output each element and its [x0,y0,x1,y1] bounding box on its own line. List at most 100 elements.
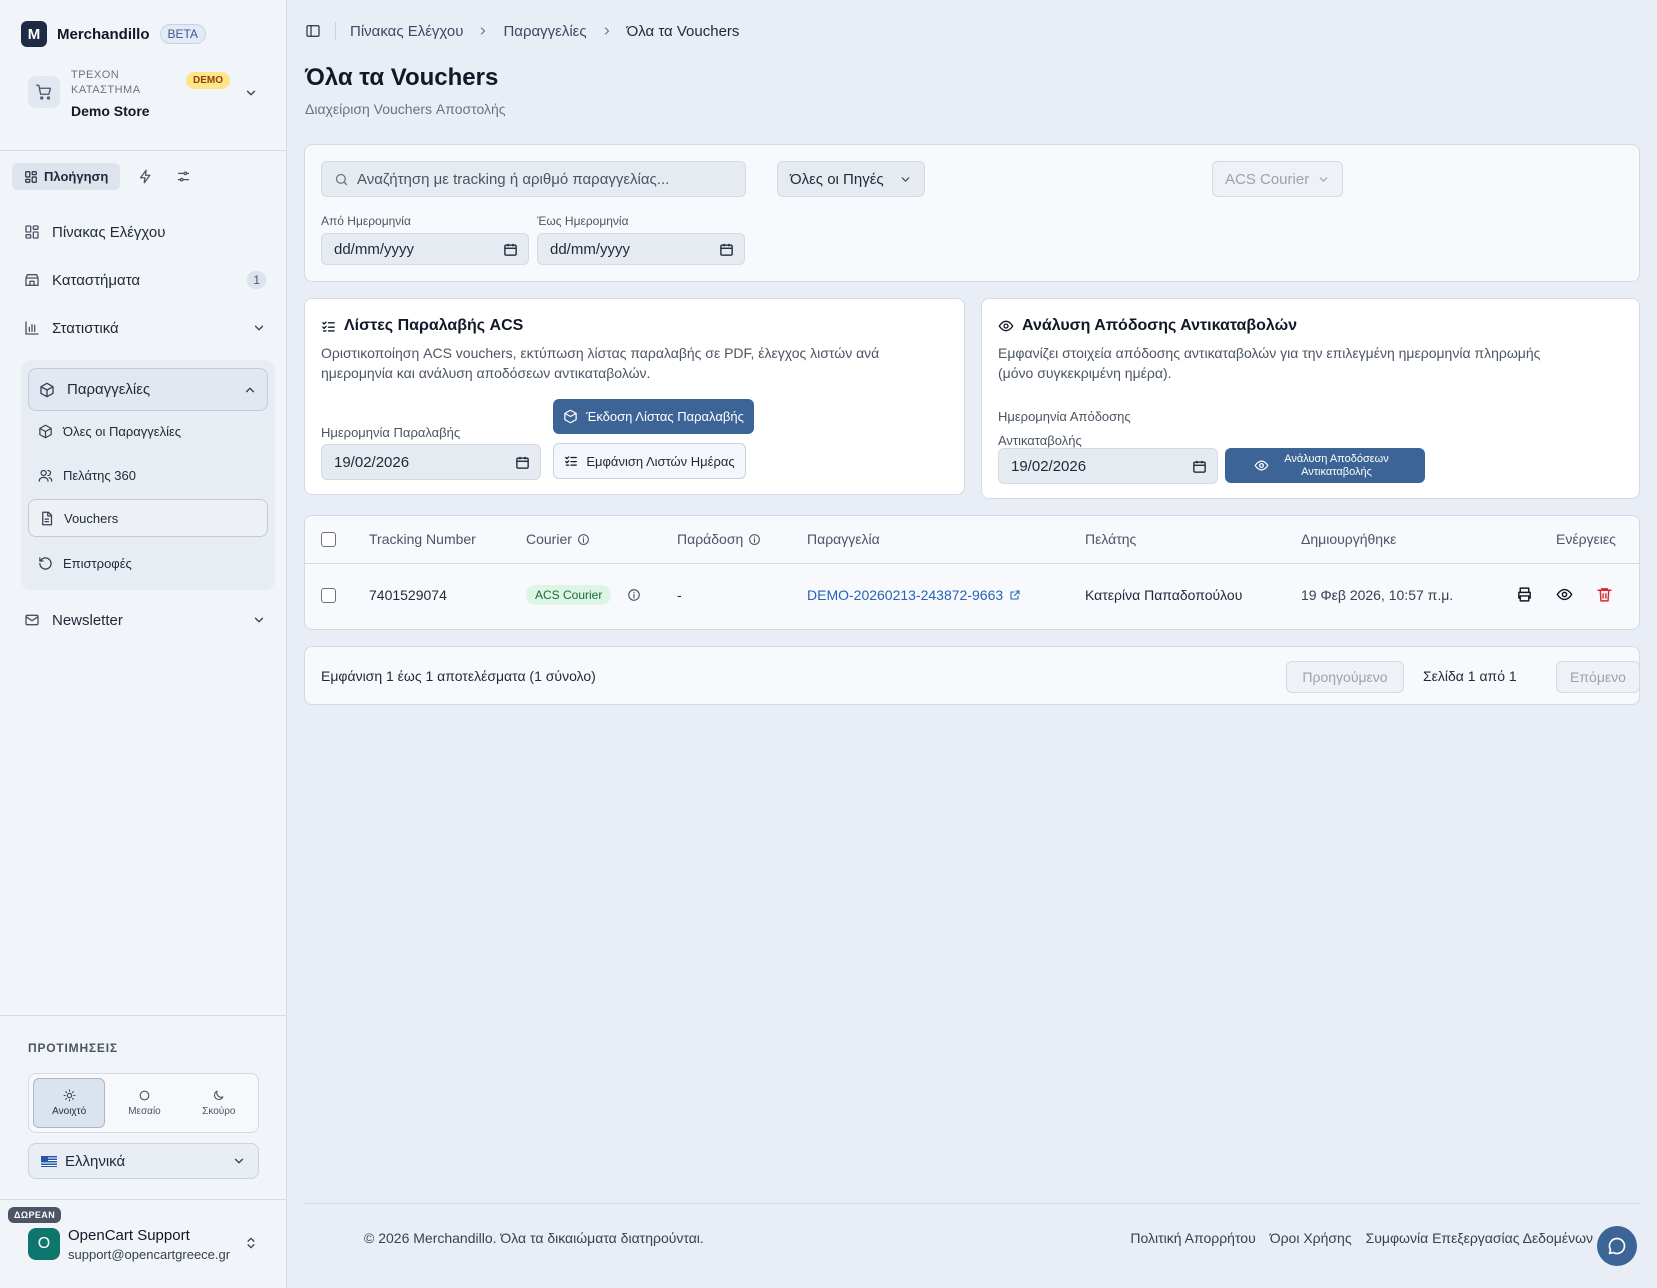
sidebar-item-customer-360[interactable]: Πελάτης 360 [28,456,268,494]
cod-desc-line-2: (μόνο συγκεκριμένη ημέρα). [998,365,1172,381]
cod-date-value: 19/02/2026 [1011,457,1087,475]
topbar-divider [335,22,336,40]
order-link[interactable]: DEMO-20260213-243872-9663 [807,587,1021,603]
pickup-date-value: 19/02/2026 [334,453,410,471]
calendar-icon[interactable] [503,242,518,257]
chevron-down-icon [232,1154,246,1168]
acs-pickup-lists-card: Λίστες Παραλαβής ACS Οριστικοποίηση ACS … [304,298,965,495]
tab-settings[interactable] [170,164,196,190]
cod-analysis-card: Ανάλυση Απόδοσης Αντικαταβολών Εμφανίζει… [981,298,1640,499]
previous-page-button[interactable]: Προηγούμενο [1286,661,1404,693]
row-checkbox[interactable] [321,588,336,603]
sidebar-item-statistics[interactable]: Στατιστικά [24,310,266,346]
select-all-checkbox[interactable] [321,532,336,547]
sidebar-item-all-orders[interactable]: Όλες οι Παραγγελίες [28,412,268,450]
from-date-input[interactable]: dd/mm/yyyy [321,233,529,265]
sidebar-item-label: Πίνακας Ελέγχου [52,223,166,241]
to-date-label: Έως Ημερομηνία [537,214,629,228]
page-title: Όλα τα Vouchers [305,64,499,91]
acs-card-description: Οριστικοποίηση ACS vouchers, εκτύπωση λί… [321,343,879,383]
column-created[interactable]: Δημιουργήθηκε [1301,531,1396,547]
chevron-down-icon [252,321,266,335]
tracking-number: 7401529074 [369,587,447,603]
language-select[interactable]: Ελληνικά [28,1143,259,1179]
users-icon [38,468,53,483]
sidebar-item-label: Επιστροφές [63,555,132,571]
show-day-lists-button[interactable]: Εμφάνιση Λιστών Ημέρας [553,443,746,479]
to-date-input[interactable]: dd/mm/yyyy [537,233,745,265]
sidebar-item-returns[interactable]: Επιστροφές [28,544,268,582]
theme-label: Μεσαίο [128,1106,161,1117]
store-switcher[interactable]: ΤΡΕΧΟΝ ΚΑΤΑΣΤΗΜΑ Demo Store DEMO [28,66,264,122]
theme-light-option[interactable]: Ανοιχτό [33,1078,106,1128]
theme-dark-option[interactable]: Σκούρο [184,1078,254,1128]
list-checks-icon [321,319,336,334]
info-icon[interactable] [627,588,641,602]
column-courier[interactable]: Courier [526,531,590,547]
user-name: OpenCart Support [68,1227,190,1244]
package-icon [38,424,53,439]
theme-medium-option[interactable]: Μεσαίο [109,1078,179,1128]
chevron-right-icon [601,25,613,37]
cod-date-input[interactable]: 19/02/2026 [998,448,1218,484]
chevron-down-icon [244,86,258,100]
pickup-date-input[interactable]: 19/02/2026 [321,444,541,480]
info-icon[interactable] [748,533,761,546]
courier-badge: ACS Courier [526,585,612,605]
next-page-button[interactable]: Επόμενο [1556,661,1640,693]
sidebar-item-newsletter[interactable]: Newsletter [24,602,266,638]
view-icon[interactable] [1556,586,1573,603]
search-placeholder: Αναζήτηση με tracking ή αριθμό παραγγελί… [357,170,670,188]
column-customer[interactable]: Πελάτης [1085,531,1136,547]
terms-link[interactable]: Όροι Χρήσης [1270,1230,1352,1246]
analyze-cod-button[interactable]: Ανάλυση Αποδόσεων Αντικαταβολής [1225,448,1425,483]
store-name: Demo Store [71,103,150,119]
chevron-down-icon [899,173,912,186]
privacy-policy-link[interactable]: Πολιτική Απορρήτου [1130,1230,1255,1246]
user-menu[interactable]: O OpenCart Support support@opencartgreec… [28,1225,268,1265]
moon-icon [212,1089,225,1102]
tab-navigation[interactable]: Πλοήγηση [12,163,121,190]
sidebar-toggle-icon[interactable] [305,23,321,39]
sidebar-item-stores[interactable]: Καταστήματα 1 [24,262,266,298]
column-tracking[interactable]: Tracking Number [369,531,476,547]
acs-desc-line-1: Οριστικοποίηση ACS vouchers, εκτύπωση λί… [321,345,880,361]
package-icon [39,382,55,398]
chat-icon [1607,1236,1627,1256]
sidebar-item-dashboard[interactable]: Πίνακας Ελέγχου [24,214,266,250]
sidebar-item-vouchers[interactable]: Vouchers [28,499,268,537]
issue-pickup-list-button[interactable]: Έκδοση Λίστας Παραλαβής [553,399,754,434]
orders-group: Παραγγελίες Όλες οι Παραγγελίες Πελάτης … [21,360,275,590]
tab-navigation-label: Πλοήγηση [44,169,109,184]
page-subtitle: Διαχείριση Vouchers Αποστολής [305,101,506,117]
column-order[interactable]: Παραγγελία [807,531,880,547]
pagination-bar: Εμφάνιση 1 έως 1 αποτελέσματα (1 σύνολο)… [304,646,1640,705]
footer-links: Πολιτική Απορρήτου Όροι Χρήσης Συμφωνία … [1130,1230,1593,1246]
breadcrumb-dashboard[interactable]: Πίνακας Ελέγχου [350,23,463,40]
calendar-icon[interactable] [1192,459,1207,474]
print-icon[interactable] [1516,586,1533,603]
info-icon[interactable] [577,533,590,546]
mail-icon [24,612,40,628]
source-select[interactable]: Όλες οι Πηγές [777,161,925,197]
delete-icon[interactable] [1596,586,1613,603]
sidebar-divider [0,150,287,151]
sidebar-item-orders[interactable]: Παραγγελίες [28,368,268,411]
top-bar: Πίνακας Ελέγχου Παραγγελίες Όλα τα Vouch… [305,22,739,40]
source-select-value: Όλες οι Πηγές [790,170,884,188]
search-input[interactable]: Αναζήτηση με tracking ή αριθμό παραγγελί… [321,161,746,197]
calendar-icon[interactable] [515,455,530,470]
sun-icon [63,1089,76,1102]
calendar-icon[interactable] [719,242,734,257]
brand[interactable]: M Merchandillo BETA [21,21,206,47]
breadcrumb-orders[interactable]: Παραγγελίες [503,23,586,40]
store-caption: ΤΡΕΧΟΝ ΚΑΤΑΣΤΗΜΑ [71,69,141,96]
column-delivery[interactable]: Παράδοση [677,531,761,547]
tab-actions[interactable] [132,164,158,190]
sliders-icon [176,169,191,184]
vouchers-table: Tracking Number Courier Παράδοση Παραγγε… [304,515,1640,630]
courier-select[interactable]: ACS Courier [1212,161,1343,197]
data-processing-link[interactable]: Συμφωνία Επεξεργασίας Δεδομένων [1366,1230,1593,1246]
search-icon [334,172,349,187]
chat-button[interactable] [1597,1226,1637,1266]
